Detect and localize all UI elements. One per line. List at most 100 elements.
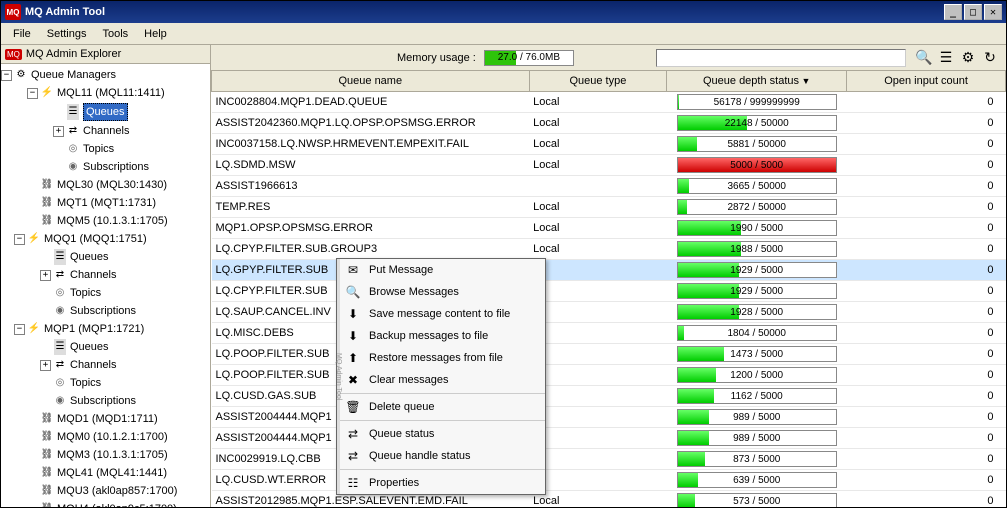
menu-file[interactable]: File bbox=[5, 26, 39, 42]
tree-node[interactable]: Queues bbox=[1, 338, 210, 356]
tree-node[interactable]: MQM5 (10.1.3.1:1705) bbox=[1, 212, 210, 230]
queue-type-cell bbox=[529, 470, 667, 491]
memory-bar: 27.0 / 76.0MB bbox=[484, 50, 574, 66]
tree-node[interactable]: Queues bbox=[1, 102, 210, 122]
tree-node[interactable]: MQL30 (MQL30:1430) bbox=[1, 176, 210, 194]
list-icon[interactable]: ☰ bbox=[936, 48, 956, 68]
table-row[interactable]: LQ.POOP.FILTER.SUB1200 / 50000 bbox=[212, 365, 1006, 386]
table-row[interactable]: INC0028804.MQP1.DEAD.QUEUELocal56178 / 9… bbox=[212, 92, 1006, 113]
gear-icon[interactable]: ⚙ bbox=[958, 48, 978, 68]
tree-node[interactable]: +Channels bbox=[1, 266, 210, 284]
column-header[interactable]: Open input count bbox=[847, 71, 1006, 92]
tree-node[interactable]: −MQL11 (MQL11:1411) bbox=[1, 84, 210, 102]
expand-icon[interactable]: − bbox=[27, 88, 38, 99]
table-row[interactable]: ASSIST2042360.MQP1.LQ.OPSP.OPSMSG.ERRORL… bbox=[212, 113, 1006, 134]
context-item[interactable]: ✖Clear messages bbox=[337, 369, 545, 391]
context-item[interactable]: ⬇Backup messages to file bbox=[337, 325, 545, 347]
table-row[interactable]: TEMP.RESLocal2872 / 500000 bbox=[212, 197, 1006, 218]
context-item[interactable]: ⇄Queue handle status bbox=[337, 445, 545, 467]
search-input[interactable] bbox=[656, 49, 906, 67]
tree-label: Channels bbox=[83, 123, 129, 139]
tree-label: MQM0 (10.1.2.1:1700) bbox=[57, 429, 168, 445]
tree-node[interactable]: MQU3 (akl0ap857:1700) bbox=[1, 482, 210, 500]
column-header[interactable]: Queue type bbox=[529, 71, 667, 92]
menu-tools[interactable]: Tools bbox=[94, 26, 136, 42]
menu-settings[interactable]: Settings bbox=[39, 26, 95, 42]
table-row[interactable]: ASSIST2004444.MQP1989 / 50000 bbox=[212, 407, 1006, 428]
tree-node[interactable]: MQT1 (MQT1:1731) bbox=[1, 194, 210, 212]
tree-node[interactable]: MQM3 (10.1.3.1:1705) bbox=[1, 446, 210, 464]
minimize-button[interactable]: _ bbox=[944, 4, 962, 20]
open-count-cell: 0 bbox=[847, 449, 1006, 470]
qm-icon bbox=[14, 68, 28, 82]
context-menu-strip: MQ Admin Tool bbox=[337, 259, 340, 494]
table-row[interactable]: ASSIST2004444.MQP1989 / 50000 bbox=[212, 428, 1006, 449]
menu-help[interactable]: Help bbox=[136, 26, 175, 42]
tree-node[interactable]: −MQQ1 (MQQ1:1751) bbox=[1, 230, 210, 248]
tree-node[interactable]: + Channels bbox=[1, 122, 210, 140]
open-count-cell: 0 bbox=[847, 365, 1006, 386]
tree-node[interactable]: Subscriptions bbox=[1, 158, 210, 176]
tree-node[interactable]: Topics bbox=[1, 140, 210, 158]
table-row[interactable]: LQ.SAUP.CANCEL.INV1928 / 50000 bbox=[212, 302, 1006, 323]
queue-depth-cell: 1990 / 5000 bbox=[667, 218, 847, 239]
tree-node[interactable]: −MQP1 (MQP1:1721) bbox=[1, 320, 210, 338]
tree-node[interactable]: Subscriptions bbox=[1, 302, 210, 320]
table-row[interactable]: MQP1.OPSP.OPSMSG.ERRORLocal1990 / 50000 bbox=[212, 218, 1006, 239]
column-header[interactable]: Queue depth status bbox=[667, 71, 847, 92]
tree-node[interactable]: +Channels bbox=[1, 356, 210, 374]
tree-node[interactable]: MQU4 (akl0ap9c5:1700) bbox=[1, 500, 210, 507]
expand-icon[interactable]: + bbox=[53, 126, 64, 137]
tree-label: MQM3 (10.1.3.1:1705) bbox=[57, 447, 168, 463]
context-item[interactable]: ☷Properties bbox=[337, 472, 545, 494]
maximize-button[interactable]: □ bbox=[964, 4, 982, 20]
table-row[interactable]: LQ.GPYP.FILTER.SUB1929 / 50000 bbox=[212, 260, 1006, 281]
link-icon bbox=[40, 196, 54, 210]
expand-icon[interactable]: − bbox=[1, 70, 12, 81]
close-button[interactable]: ✕ bbox=[984, 4, 1002, 20]
expand-icon[interactable]: − bbox=[14, 324, 25, 335]
queue-type-cell bbox=[529, 449, 667, 470]
context-separator bbox=[337, 393, 545, 394]
tree-label: MQL30 (MQL30:1430) bbox=[57, 177, 167, 193]
link-icon bbox=[40, 448, 54, 462]
tree-node[interactable]: −Queue Managers bbox=[1, 66, 210, 84]
table-row[interactable]: LQ.CPYP.FILTER.SUB.GROUP3Local1988 / 500… bbox=[212, 239, 1006, 260]
queue-table-wrap[interactable]: Queue nameQueue typeQueue depth statusOp… bbox=[211, 71, 1006, 507]
tree-label: MQU3 (akl0ap857:1700) bbox=[57, 483, 177, 499]
expand-icon[interactable]: − bbox=[14, 234, 25, 245]
queue-type-cell bbox=[529, 302, 667, 323]
table-row[interactable]: INC0037158.LQ.NWSP.HRMEVENT.EMPEXIT.FAIL… bbox=[212, 134, 1006, 155]
table-row[interactable]: LQ.CUSD.GAS.SUB1162 / 50000 bbox=[212, 386, 1006, 407]
toolbar: Memory usage : 27.0 / 76.0MB 🔍☰⚙↻ bbox=[211, 45, 1006, 71]
context-item[interactable]: ⬆Restore messages from file bbox=[337, 347, 545, 369]
context-item[interactable]: 🗑Delete queue bbox=[337, 396, 545, 418]
context-item[interactable]: 🔍Browse Messages bbox=[337, 281, 545, 303]
tree-node[interactable]: Subscriptions bbox=[1, 392, 210, 410]
table-row[interactable]: ASSIST19666133665 / 500000 bbox=[212, 176, 1006, 197]
context-item[interactable]: ⇄Queue status bbox=[337, 423, 545, 445]
tree-node[interactable]: Topics bbox=[1, 374, 210, 392]
expand-icon[interactable]: + bbox=[40, 270, 51, 281]
table-row[interactable]: LQ.POOP.FILTER.SUB1473 / 50000 bbox=[212, 344, 1006, 365]
table-row[interactable]: INC0029919.LQ.CBB873 / 50000 bbox=[212, 449, 1006, 470]
tree-node[interactable]: Topics bbox=[1, 284, 210, 302]
refresh-icon[interactable]: ↻ bbox=[980, 48, 1000, 68]
tree-label: Subscriptions bbox=[70, 303, 136, 319]
ch-icon bbox=[53, 358, 67, 372]
context-item[interactable]: ⬇Save message content to file bbox=[337, 303, 545, 325]
table-row[interactable]: LQ.MISC.DEBS1804 / 500000 bbox=[212, 323, 1006, 344]
table-row[interactable]: ASSIST2012985.MQP1.ESP.SALEVENT.EMD.FAIL… bbox=[212, 491, 1006, 508]
column-header[interactable]: Queue name bbox=[212, 71, 530, 92]
table-row[interactable]: LQ.SDMD.MSWLocal5000 / 50000 bbox=[212, 155, 1006, 176]
tree-node[interactable]: Queues bbox=[1, 248, 210, 266]
tree-label: MQT1 (MQT1:1731) bbox=[57, 195, 156, 211]
tree-node[interactable]: MQM0 (10.1.2.1:1700) bbox=[1, 428, 210, 446]
search-icon[interactable]: 🔍 bbox=[914, 48, 934, 68]
table-row[interactable]: LQ.CUSD.WT.ERROR639 / 50000 bbox=[212, 470, 1006, 491]
context-item[interactable]: ✉Put Message bbox=[337, 259, 545, 281]
expand-icon[interactable]: + bbox=[40, 360, 51, 371]
table-row[interactable]: LQ.CPYP.FILTER.SUB1929 / 50000 bbox=[212, 281, 1006, 302]
tree-node[interactable]: MQL41 (MQL41:1441) bbox=[1, 464, 210, 482]
tree-node[interactable]: MQD1 (MQD1:1711) bbox=[1, 410, 210, 428]
